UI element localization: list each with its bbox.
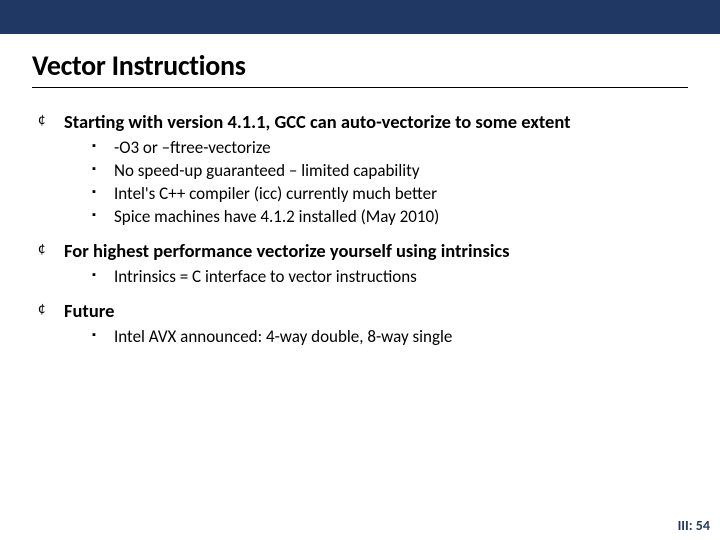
bullet-text: For highest performance vectorize yourse… xyxy=(64,239,510,262)
sub-item: -O3 or –ftree-vectorize xyxy=(92,137,688,160)
title-rule xyxy=(32,87,688,88)
sub-item: No speed-up guaranteed – limited capabil… xyxy=(92,160,688,183)
bullet-item: Starting with version 4.1.1, GCC can aut… xyxy=(36,110,688,229)
slide-number: III: 54 xyxy=(678,517,710,534)
sub-item: Intel AVX announced: 4-way double, 8-way… xyxy=(92,326,688,349)
sub-list: Intrinsics = C interface to vector instr… xyxy=(92,266,688,289)
sub-item: Intrinsics = C interface to vector instr… xyxy=(92,266,688,289)
sub-list: -O3 or –ftree-vectorize No speed-up guar… xyxy=(92,137,688,229)
slide-content: Vector Instructions Starting with versio… xyxy=(0,34,720,349)
bullet-item: Future Intel AVX announced: 4-way double… xyxy=(36,299,688,349)
bullet-item: For highest performance vectorize yourse… xyxy=(36,239,688,289)
sub-list: Intel AVX announced: 4-way double, 8-way… xyxy=(92,326,688,349)
bullet-text: Starting with version 4.1.1, GCC can aut… xyxy=(64,110,571,133)
bullet-text: Future xyxy=(64,299,114,322)
sub-item: Intel's C++ compiler (icc) currently muc… xyxy=(92,183,688,206)
main-list: Starting with version 4.1.1, GCC can aut… xyxy=(36,110,688,349)
slide-header-bar xyxy=(0,0,720,34)
slide-title: Vector Instructions xyxy=(32,48,688,83)
sub-item: Spice machines have 4.1.2 installed (May… xyxy=(92,206,688,229)
